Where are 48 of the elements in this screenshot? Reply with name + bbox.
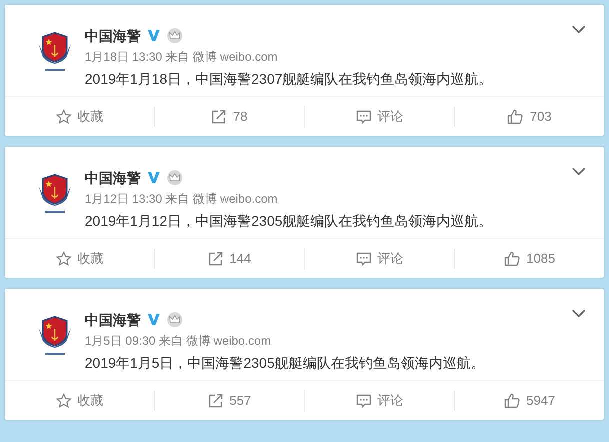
post-text: 2019年1月12日，中国海警2305舰艇编队在我钓鱼岛领海内巡航。 <box>85 212 494 231</box>
comment-button[interactable]: 评论 <box>352 106 408 128</box>
like-button[interactable]: 703 <box>503 106 556 126</box>
source-link[interactable]: 微博 weibo.com <box>193 50 278 64</box>
comment-icon <box>356 392 372 408</box>
thumbs-up-icon <box>504 392 521 408</box>
favorite-button[interactable]: 收藏 <box>52 106 108 128</box>
source-label: 来自 <box>159 334 184 348</box>
crown-icon[interactable] <box>167 312 183 328</box>
source-label: 来自 <box>166 192 190 206</box>
comment-icon <box>356 108 372 124</box>
comment-button[interactable]: 评论 <box>352 390 408 412</box>
comment-icon <box>356 250 372 266</box>
star-icon <box>56 108 72 124</box>
author-name[interactable]: 中国海警 <box>85 312 141 330</box>
thumbs-up-icon <box>507 108 524 124</box>
like-button[interactable]: 1085 <box>500 248 560 268</box>
source-link[interactable]: 微博 weibo.com <box>186 334 272 348</box>
author-name[interactable]: 中国海警 <box>85 170 141 188</box>
repost-button[interactable]: 78 <box>207 106 252 126</box>
star-icon <box>56 250 72 266</box>
star-icon <box>56 392 72 408</box>
share-icon <box>208 392 224 408</box>
author-name[interactable]: 中国海警 <box>85 28 141 46</box>
chevron-down-icon[interactable] <box>572 167 586 176</box>
share-icon <box>211 108 228 124</box>
like-button[interactable]: 5947 <box>500 390 560 410</box>
post-time[interactable]: 1月12日 13:30 <box>85 192 162 206</box>
crown-icon[interactable] <box>167 170 183 186</box>
chevron-down-icon[interactable] <box>572 25 586 34</box>
verified-icon[interactable] <box>147 29 161 42</box>
thumbs-up-icon <box>504 250 521 266</box>
chevron-down-icon[interactable] <box>572 309 586 318</box>
favorite-button[interactable]: 收藏 <box>52 248 108 270</box>
source-link[interactable]: 微博 weibo.com <box>193 192 278 206</box>
post-time[interactable]: 1月5日 09:30 <box>85 334 156 348</box>
post-time[interactable]: 1月18日 13:30 <box>85 50 162 64</box>
verified-icon[interactable] <box>147 171 161 184</box>
repost-button[interactable]: 557 <box>204 390 256 410</box>
crown-icon[interactable] <box>167 28 183 44</box>
comment-button[interactable]: 评论 <box>352 248 408 270</box>
share-icon <box>208 250 224 266</box>
post-text: 2019年1月18日，中国海警2307舰艇编队在我钓鱼岛领海内巡航。 <box>85 70 494 89</box>
post-text: 2019年1月5日，中国海警2305舰艇编队在我钓鱼岛领海内巡航。 <box>85 354 486 373</box>
source-label: 来自 <box>166 50 190 64</box>
verified-icon[interactable] <box>147 313 161 326</box>
favorite-button[interactable]: 收藏 <box>52 390 108 412</box>
repost-button[interactable]: 144 <box>204 248 256 268</box>
